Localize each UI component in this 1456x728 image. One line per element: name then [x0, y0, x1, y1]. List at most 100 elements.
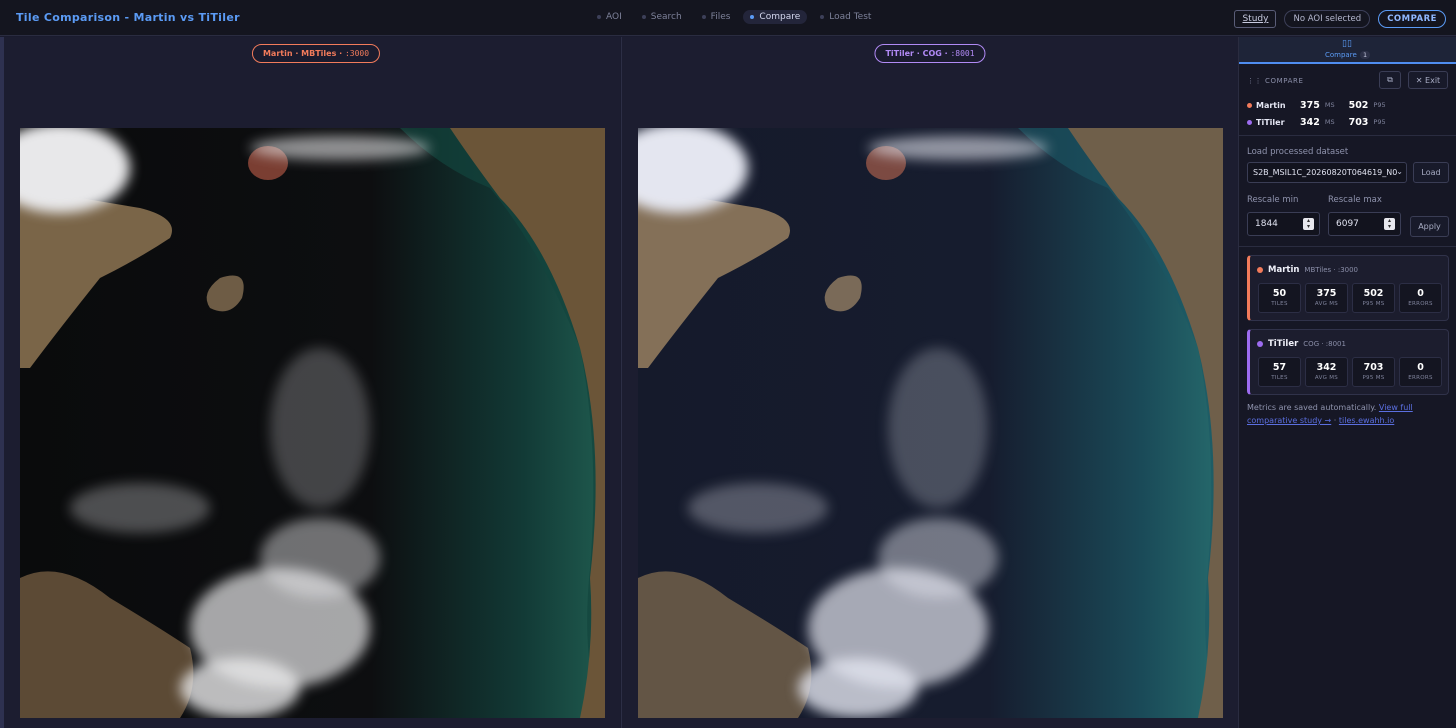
- stat-value: 342: [1316, 362, 1337, 373]
- site-link[interactable]: tiles.ewahh.io: [1339, 416, 1394, 425]
- stat-label: TILES: [1271, 375, 1288, 381]
- study-button[interactable]: Study: [1234, 10, 1277, 28]
- stat-value: 703: [1363, 362, 1384, 373]
- rescale-max-input[interactable]: 6097 ▴ ▾: [1328, 212, 1401, 236]
- card-subtitle: MBTiles · :3000: [1304, 266, 1359, 274]
- compare-section-title: ⋮⋮ COMPARE: [1247, 77, 1304, 85]
- metrics-footer: Metrics are saved automatically. View fu…: [1247, 401, 1452, 427]
- compare-mode-button[interactable]: COMPARE: [1378, 10, 1446, 28]
- stat-value: 375: [1316, 288, 1337, 299]
- nav-dot-icon: [820, 15, 825, 19]
- tab-compare[interactable]: ▯▯ Compare 1: [1239, 37, 1456, 64]
- nav-label: Files: [710, 12, 731, 22]
- stat-label: ERRORS: [1408, 301, 1433, 307]
- summary-ms-unit: MS: [1324, 118, 1335, 126]
- martin-source-name: Martin · MBTiles ·: [262, 49, 343, 58]
- nav-compare[interactable]: Compare: [743, 10, 808, 24]
- rescale-min-label: Rescale min: [1247, 195, 1299, 205]
- stat-label: ERRORS: [1408, 375, 1433, 381]
- load-button[interactable]: Load: [1413, 162, 1449, 183]
- compare-sidebar: ▯▯ Compare 1 ⋮⋮ COMPARE ⧉ ✕ Exit Martin …: [1238, 37, 1456, 728]
- rescale-max-label: Rescale max: [1328, 195, 1382, 205]
- stat-value: 0: [1417, 288, 1424, 299]
- summary-p95: 502: [1348, 99, 1369, 111]
- footer-separator: ·: [1331, 416, 1339, 425]
- stat-avg-ms: 342 AVG MS: [1305, 357, 1348, 387]
- titiler-satellite-image[interactable]: [638, 128, 1223, 718]
- app-title: Tile Comparison - Martin vs TiTiler: [16, 11, 240, 24]
- stepper-icon[interactable]: ▴ ▾: [1303, 218, 1314, 230]
- header-actions: Study No AOI selected COMPARE: [1234, 10, 1446, 28]
- rescale-max-value: 6097: [1336, 219, 1359, 229]
- compare-icon: ▯▯: [1342, 39, 1352, 49]
- stepper-icon[interactable]: ▴ ▾: [1384, 218, 1395, 230]
- martin-summary-row: Martin 375 MS 502 P95: [1247, 99, 1400, 111]
- app-root: Tile Comparison - Martin vs TiTiler AOI …: [0, 0, 1456, 728]
- nav-search[interactable]: Search: [635, 10, 689, 24]
- card-name: TiTiler: [1268, 339, 1299, 349]
- nav-files[interactable]: Files: [695, 10, 738, 24]
- martin-port: :3000: [344, 49, 370, 58]
- tab-compare-count: 1: [1360, 51, 1371, 59]
- martin-satellite-image[interactable]: [20, 128, 605, 718]
- nav-dot-icon: [641, 15, 646, 19]
- top-bar: Tile Comparison - Martin vs TiTiler AOI …: [0, 0, 1456, 36]
- rescale-min-value: 1844: [1255, 219, 1278, 229]
- satellite-tile-render: [20, 128, 605, 718]
- divider: [1239, 135, 1456, 136]
- rescale-min-input[interactable]: 1844 ▴ ▾: [1247, 212, 1320, 236]
- summary-p95: 703: [1348, 116, 1369, 128]
- nav-label: Compare: [759, 12, 801, 22]
- titiler-summary-row: TiTiler 342 MS 703 P95: [1247, 116, 1400, 128]
- stat-value: 57: [1272, 362, 1287, 373]
- card-subtitle: COG · :8001: [1303, 340, 1346, 348]
- card-name: Martin: [1268, 265, 1300, 275]
- main-nav: AOI Search Files Compare Load Test: [590, 10, 878, 24]
- stat-tiles: 57 TILES: [1258, 357, 1301, 387]
- nav-label: Search: [650, 12, 682, 22]
- dataset-select-value: S2B_MSIL1C_20260820T064619_N0: [1253, 168, 1398, 177]
- stat-tiles: 50 TILES: [1258, 283, 1301, 313]
- titiler-pane-label: TiTiler · COG · :8001: [874, 44, 986, 63]
- summary-p95-unit: P95: [1373, 101, 1386, 109]
- stat-label: AVG MS: [1314, 375, 1339, 381]
- martin-map-pane[interactable]: Martin · MBTiles · :3000: [0, 37, 620, 728]
- copy-icon[interactable]: ⧉: [1379, 71, 1401, 89]
- martin-pane-label: Martin · MBTiles · :3000: [251, 44, 381, 63]
- stat-label: P95 MS: [1362, 301, 1385, 307]
- summary-p95-unit: P95: [1373, 118, 1386, 126]
- stat-p95-ms: 703 P95 MS: [1352, 357, 1395, 387]
- stats-row: 57 TILES 342 AVG MS 703 P95 MS 0 ERRORS: [1258, 357, 1442, 387]
- stat-value: 0: [1417, 362, 1424, 373]
- stat-label: AVG MS: [1314, 301, 1339, 307]
- stat-errors: 0 ERRORS: [1399, 283, 1442, 313]
- summary-avg-ms: 375: [1300, 99, 1320, 111]
- stat-label: P95 MS: [1362, 375, 1385, 381]
- footer-text: Metrics are saved automatically.: [1247, 403, 1377, 412]
- nav-dot-icon: [597, 15, 601, 19]
- titiler-dot-icon: [1257, 341, 1263, 347]
- card-header: TiTiler COG · :8001: [1257, 339, 1346, 349]
- stat-errors: 0 ERRORS: [1399, 357, 1442, 387]
- stat-avg-ms: 375 AVG MS: [1305, 283, 1348, 313]
- nav-load-test[interactable]: Load Test: [813, 10, 878, 24]
- divider: [1239, 246, 1456, 247]
- stats-row: 50 TILES 375 AVG MS 502 P95 MS 0 ERRORS: [1258, 283, 1442, 313]
- stat-p95-ms: 502 P95 MS: [1352, 283, 1395, 313]
- martin-metrics-card: Martin MBTiles · :3000 50 TILES 375 AVG MS…: [1247, 255, 1449, 321]
- titiler-source-name: TiTiler · COG ·: [885, 49, 948, 58]
- martin-dot-icon: [1257, 267, 1263, 273]
- summary-name: TiTiler: [1256, 117, 1285, 127]
- titiler-metrics-card: TiTiler COG · :8001 57 TILES 342 AVG MS 70…: [1247, 329, 1449, 395]
- nav-label: AOI: [606, 12, 622, 22]
- dataset-select[interactable]: S2B_MSIL1C_20260820T064619_N0 ⌄: [1247, 162, 1407, 183]
- stat-value: 50: [1272, 288, 1287, 299]
- titiler-dot-icon: [1247, 119, 1252, 125]
- apply-button[interactable]: Apply: [1410, 216, 1449, 237]
- exit-compare-button[interactable]: ✕ Exit: [1408, 71, 1448, 89]
- nav-aoi[interactable]: AOI: [590, 10, 629, 24]
- compare-section-label: COMPARE: [1265, 77, 1304, 85]
- titiler-map-pane[interactable]: TiTiler · COG · :8001: [621, 37, 1238, 728]
- summary-avg-ms: 342: [1300, 116, 1320, 128]
- dataset-label: Load processed dataset: [1247, 147, 1349, 157]
